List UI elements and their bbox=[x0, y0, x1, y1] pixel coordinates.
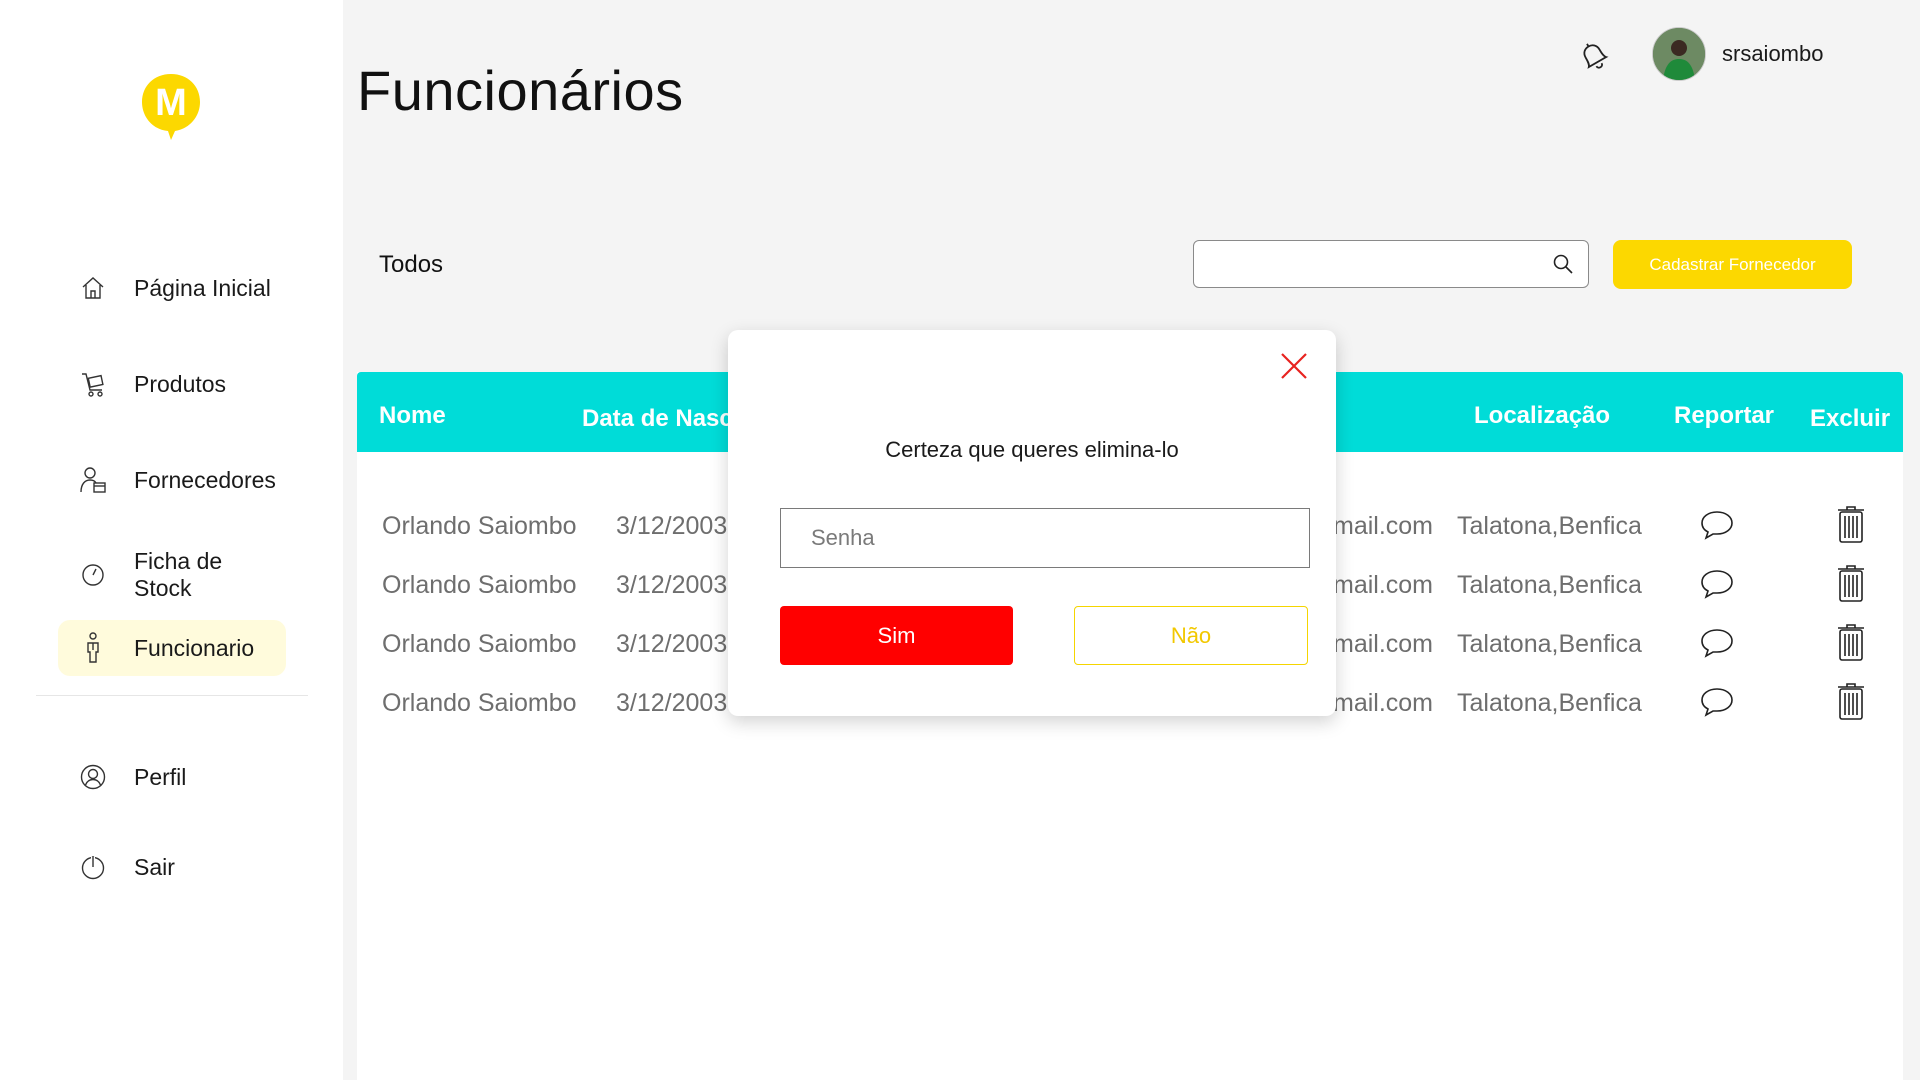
supplier-icon bbox=[78, 465, 108, 495]
sidebar-item-label: Página Inicial bbox=[134, 274, 271, 301]
chat-icon[interactable] bbox=[1697, 563, 1737, 603]
cell-birth-date: 3/12/2003 bbox=[616, 689, 728, 717]
trash-icon[interactable] bbox=[1835, 563, 1867, 603]
cell-location: Talatona,Benfica bbox=[1457, 689, 1642, 717]
confirm-yes-button[interactable]: Sim bbox=[780, 606, 1013, 665]
search-icon[interactable] bbox=[1552, 253, 1574, 275]
cell-birth-date: 3/12/2003 bbox=[616, 571, 728, 599]
sidebar-item-perfil[interactable]: Perfil bbox=[58, 749, 286, 805]
sidebar-item-ficha-de-stock[interactable]: Ficha de Stock bbox=[58, 547, 286, 603]
sidebar-item-funcionario[interactable]: Funcionario bbox=[58, 620, 286, 676]
sidebar-item-label: Perfil bbox=[134, 763, 187, 790]
chat-icon[interactable] bbox=[1697, 504, 1737, 544]
trash-icon[interactable] bbox=[1835, 622, 1867, 662]
clock-icon bbox=[78, 560, 108, 590]
cell-location: Talatona,Benfica bbox=[1457, 571, 1642, 599]
cell-name: Orlando Saiombo bbox=[382, 571, 577, 599]
cell-email: mail.com bbox=[1333, 512, 1434, 540]
trash-icon[interactable] bbox=[1835, 681, 1867, 721]
avatar[interactable] bbox=[1652, 27, 1706, 81]
column-header-nome: Nome bbox=[379, 402, 446, 429]
close-icon[interactable] bbox=[1278, 350, 1310, 382]
column-header-localizacao: Localização bbox=[1474, 402, 1611, 429]
profile-icon bbox=[78, 762, 108, 792]
search-box bbox=[1193, 240, 1589, 288]
password-field[interactable] bbox=[780, 508, 1310, 568]
page-title: Funcionários bbox=[357, 59, 684, 122]
logo-letter: M bbox=[155, 82, 187, 124]
cell-birth-date: 3/12/2003 bbox=[616, 630, 728, 658]
sidebar-item-label: Sair bbox=[134, 853, 175, 880]
register-supplier-button[interactable]: Cadastrar Fornecedor bbox=[1613, 240, 1852, 289]
person-icon bbox=[78, 632, 108, 663]
confirm-no-button[interactable]: Não bbox=[1074, 606, 1308, 665]
home-icon bbox=[78, 273, 108, 303]
cart-icon bbox=[78, 369, 108, 399]
sidebar-item-pagina-inicial[interactable]: Página Inicial bbox=[58, 260, 286, 316]
cell-location: Talatona,Benfica bbox=[1457, 512, 1642, 540]
delete-confirm-modal: Certeza que queres elimina-lo Sim Não bbox=[728, 330, 1336, 716]
sidebar-divider bbox=[36, 695, 308, 696]
cell-birth-date: 3/12/2003 bbox=[616, 512, 728, 540]
cell-email: mail.com bbox=[1333, 630, 1434, 658]
sidebar: M Página Inicial Produtos Fornecedores F… bbox=[0, 0, 343, 1080]
logo-icon[interactable]: M bbox=[138, 70, 204, 142]
sidebar-item-sair[interactable]: Sair bbox=[58, 839, 286, 895]
bell-icon[interactable] bbox=[1574, 36, 1614, 76]
column-header-reportar: Reportar bbox=[1674, 402, 1775, 429]
filter-label[interactable]: Todos bbox=[379, 251, 443, 279]
app-root: M Página Inicial Produtos Fornecedores F… bbox=[0, 0, 1920, 1080]
cell-name: Orlando Saiombo bbox=[382, 689, 577, 717]
username[interactable]: srsaiombo bbox=[1722, 41, 1823, 67]
trash-icon[interactable] bbox=[1835, 504, 1867, 544]
search-input[interactable] bbox=[1206, 247, 1540, 281]
chat-icon[interactable] bbox=[1697, 622, 1737, 662]
cell-location: Talatona,Benfica bbox=[1457, 630, 1642, 658]
sidebar-item-fornecedores[interactable]: Fornecedores bbox=[58, 452, 286, 508]
sidebar-item-produtos[interactable]: Produtos bbox=[58, 356, 286, 412]
sidebar-item-label: Fornecedores bbox=[134, 466, 276, 493]
sidebar-item-label: Ficha de Stock bbox=[133, 548, 223, 601]
cell-email: mail.com bbox=[1333, 571, 1434, 599]
column-header-excluir: Excluir bbox=[1810, 405, 1891, 432]
chat-icon[interactable] bbox=[1697, 681, 1737, 721]
column-header-data-nasc: Data de Nasc bbox=[582, 405, 733, 432]
cell-name: Orlando Saiombo bbox=[382, 512, 577, 540]
power-icon bbox=[78, 852, 108, 882]
sidebar-item-label: Produtos bbox=[134, 370, 227, 397]
cell-name: Orlando Saiombo bbox=[382, 630, 577, 658]
sidebar-item-label: Funcionario bbox=[134, 634, 255, 661]
modal-message: Certeza que queres elimina-lo bbox=[885, 437, 1179, 462]
cell-email: mail.com bbox=[1333, 689, 1434, 717]
